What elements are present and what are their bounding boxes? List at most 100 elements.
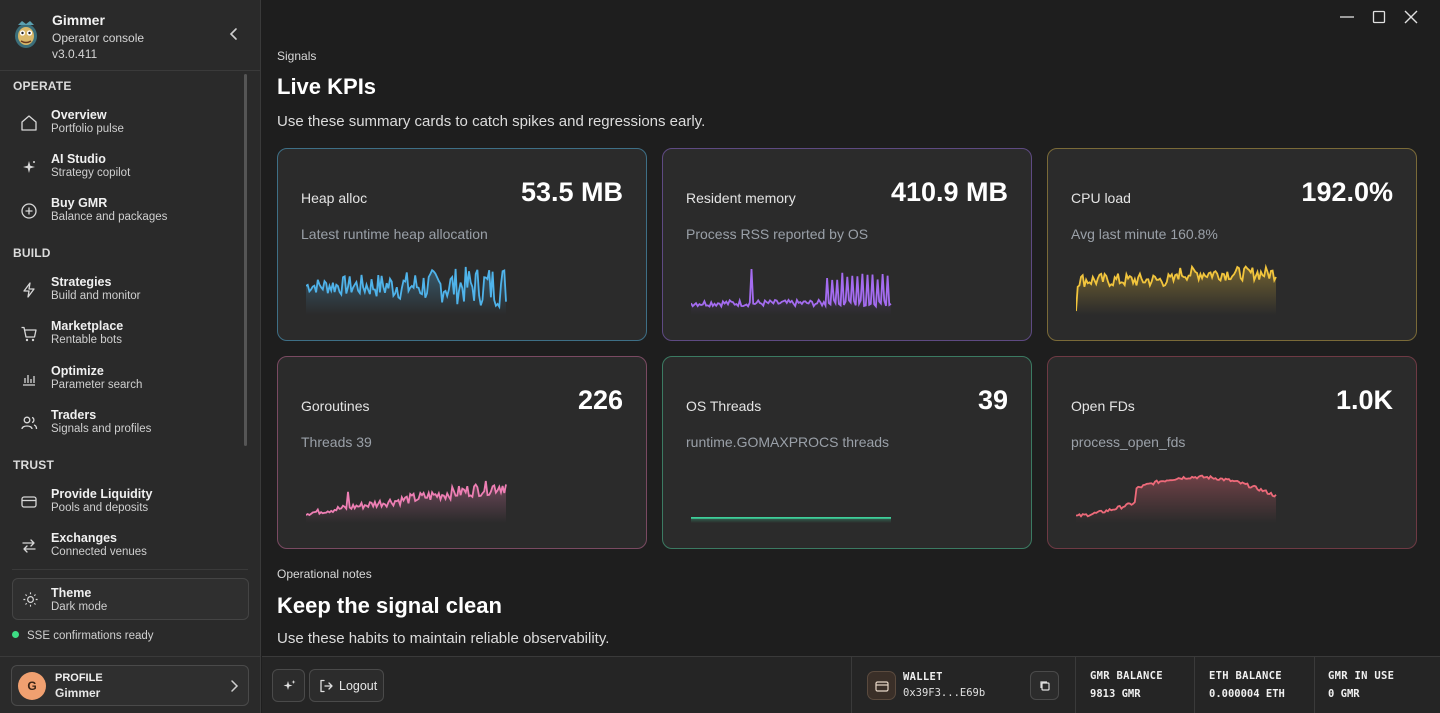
users-icon bbox=[21, 416, 38, 430]
sidebar-item-subtitle: Pools and deposits bbox=[51, 502, 149, 514]
ai-assist-button[interactable] bbox=[272, 669, 305, 702]
kpi-subtext: Avg last minute 160.8% bbox=[1071, 226, 1218, 242]
kpi-value: 410.9 MB bbox=[890, 177, 1008, 207]
kpi-card-heap-alloc[interactable]: Heap alloc 53.5 MB Latest runtime heap a… bbox=[277, 148, 647, 341]
sidebar-item-buy-gmr[interactable]: Buy GMR Balance and packages bbox=[12, 192, 240, 232]
kpi-subtext: Threads 39 bbox=[301, 434, 372, 450]
sidebar-item-strategies[interactable]: Strategies Build and monitor bbox=[12, 271, 240, 311]
sparkline-chart bbox=[306, 480, 507, 523]
sparkle-icon bbox=[23, 161, 35, 173]
theme-toggle-button[interactable]: Theme Dark mode bbox=[12, 578, 249, 620]
kpi-subtext: process_open_fds bbox=[1071, 434, 1186, 450]
sidebar-item-provide-liquidity[interactable]: Provide Liquidity Pools and deposits bbox=[12, 483, 240, 523]
profile-button[interactable]: G PROFILE Gimmer bbox=[11, 665, 249, 706]
notes-eyebrow: Operational notes bbox=[277, 567, 372, 581]
sidebar-scrollbar[interactable] bbox=[244, 74, 247, 446]
eth-balance-label: ETH BALANCE bbox=[1209, 670, 1282, 682]
sidebar: Gimmer Operator console v3.0.411 OPERATE… bbox=[0, 0, 261, 713]
wallet-icon bbox=[875, 681, 889, 692]
kpi-value: 53.5 MB bbox=[520, 177, 623, 207]
sidebar-item-title: Strategies bbox=[51, 275, 112, 289]
kpi-label: Open FDs bbox=[1071, 398, 1135, 414]
wallet-label: WALLET bbox=[903, 671, 943, 683]
sun-icon bbox=[23, 592, 38, 607]
sidebar-item-subtitle: Signals and profiles bbox=[51, 423, 152, 435]
bolt-icon bbox=[23, 282, 35, 298]
sidebar-item-exchanges[interactable]: Exchanges Connected venues bbox=[12, 527, 240, 567]
kpi-card-resident-memory[interactable]: Resident memory 410.9 MB Process RSS rep… bbox=[662, 148, 1032, 341]
brand: Gimmer Operator console v3.0.411 bbox=[12, 10, 252, 68]
kpi-card-open-fds[interactable]: Open FDs 1.0K process_open_fds bbox=[1047, 356, 1417, 549]
sse-status-text: SSE confirmations ready bbox=[27, 630, 154, 642]
divider bbox=[851, 657, 852, 713]
copy-icon bbox=[1040, 681, 1050, 691]
sidebar-item-overview[interactable]: Overview Portfolio pulse bbox=[12, 104, 240, 144]
kpi-value: 39 bbox=[977, 385, 1008, 415]
sidebar-item-title: Overview bbox=[51, 108, 107, 122]
sidebar-item-optimize[interactable]: Optimize Parameter search bbox=[12, 360, 240, 400]
app-version: v3.0.411 bbox=[52, 47, 98, 61]
wallet-badge bbox=[867, 671, 896, 700]
kpi-label: Resident memory bbox=[686, 190, 796, 206]
notes-title: Keep the signal clean bbox=[277, 593, 502, 618]
section-label-trust: TRUST bbox=[13, 458, 54, 472]
status-dot-icon bbox=[12, 631, 19, 638]
home-icon bbox=[21, 115, 37, 131]
sidebar-item-title: Exchanges bbox=[51, 531, 118, 545]
profile-label: PROFILE bbox=[55, 672, 103, 684]
sidebar-item-subtitle: Connected venues bbox=[51, 546, 147, 558]
bottom-bar: Logout WALLET 0x39F3...E69b GMR BALANCE … bbox=[262, 656, 1440, 713]
gmr-in-use-value: 0 GMR bbox=[1328, 688, 1360, 700]
theme-title: Theme bbox=[51, 586, 92, 600]
collapse-sidebar-chevron-icon[interactable] bbox=[226, 24, 242, 44]
kpi-card-goroutines[interactable]: Goroutines 226 Threads 39 bbox=[277, 356, 647, 549]
sparkline-area bbox=[1076, 475, 1276, 523]
sparkline-chart bbox=[1076, 263, 1277, 315]
sidebar-item-title: AI Studio bbox=[51, 152, 106, 166]
logout-button[interactable]: Logout bbox=[309, 669, 384, 702]
app-subtitle: Operator console bbox=[52, 31, 145, 45]
sidebar-item-title: Buy GMR bbox=[51, 196, 108, 210]
sidebar-item-marketplace[interactable]: Marketplace Rentable bots bbox=[12, 315, 240, 355]
sse-status: SSE confirmations ready bbox=[12, 630, 154, 642]
gmr-balance-label: GMR BALANCE bbox=[1090, 670, 1163, 682]
kpi-subtext: Process RSS reported by OS bbox=[686, 226, 869, 242]
sidebar-item-title: Provide Liquidity bbox=[51, 487, 153, 501]
plus-circle-icon bbox=[21, 203, 37, 219]
wallet-address: 0x39F3...E69b bbox=[903, 687, 986, 699]
sidebar-item-traders[interactable]: Traders Signals and profiles bbox=[12, 404, 240, 444]
sidebar-item-title: Traders bbox=[51, 408, 97, 422]
copy-address-button[interactable] bbox=[1030, 671, 1059, 700]
sidebar-item-subtitle: Rentable bots bbox=[51, 334, 122, 346]
sidebar-item-subtitle: Parameter search bbox=[51, 379, 143, 391]
kpi-card-os-threads[interactable]: OS Threads 39 runtime.GOMAXPROCS threads bbox=[662, 356, 1032, 549]
profile-name: Gimmer bbox=[55, 686, 101, 700]
theme-divider bbox=[12, 569, 248, 570]
gimmer-logo-icon bbox=[15, 21, 37, 48]
notes-lead: Use these habits to maintain reliable ob… bbox=[277, 630, 610, 647]
kpi-label: Heap alloc bbox=[301, 190, 368, 206]
section-label-build: BUILD bbox=[13, 246, 51, 260]
kpi-subtext: runtime.GOMAXPROCS threads bbox=[686, 434, 890, 450]
signals-lead: Use these summary cards to catch spikes … bbox=[277, 113, 706, 130]
kpi-value: 1.0K bbox=[1335, 385, 1393, 415]
kpi-label: CPU load bbox=[1071, 190, 1131, 206]
eth-balance-value: 0.000004 ETH bbox=[1209, 688, 1285, 700]
logout-icon bbox=[320, 679, 333, 693]
gmr-in-use-label: GMR IN USE bbox=[1328, 670, 1395, 682]
theme-mode: Dark mode bbox=[51, 601, 108, 613]
sparkline-line bbox=[691, 268, 892, 309]
sparkline-chart bbox=[306, 266, 507, 315]
sidebar-divider bbox=[0, 656, 261, 657]
kpi-card-cpu-load[interactable]: CPU load 192.0% Avg last minute 160.8% bbox=[1047, 148, 1417, 341]
kpi-subtext: Latest runtime heap allocation bbox=[301, 226, 488, 242]
sparkline-area bbox=[306, 481, 506, 523]
section-label-operate: OPERATE bbox=[13, 79, 72, 93]
bar-chart-icon bbox=[23, 375, 35, 386]
cart-icon bbox=[21, 326, 37, 342]
sidebar-item-subtitle: Build and monitor bbox=[51, 290, 141, 302]
sidebar-item-ai-studio[interactable]: AI Studio Strategy copilot bbox=[12, 148, 240, 188]
avatar: G bbox=[18, 672, 46, 700]
app-name: Gimmer bbox=[52, 12, 105, 28]
divider bbox=[1075, 657, 1076, 713]
